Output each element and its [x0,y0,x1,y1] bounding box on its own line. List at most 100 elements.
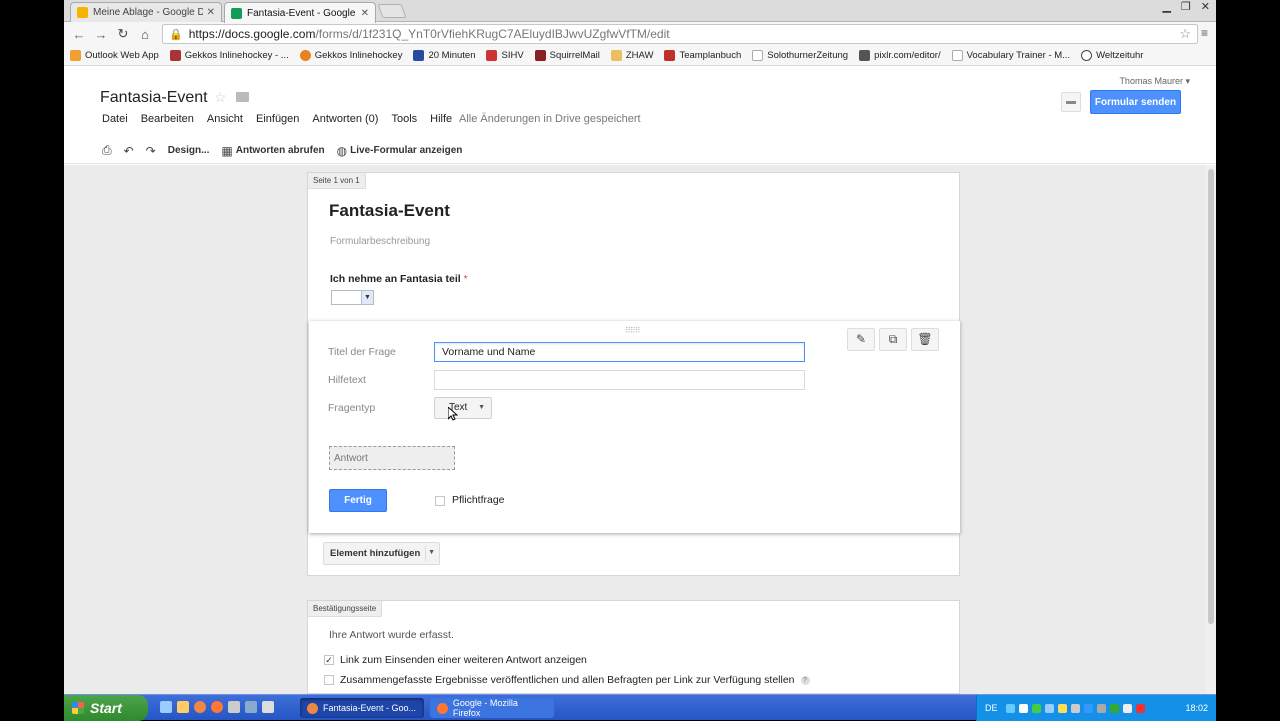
ie-icon[interactable] [160,701,172,713]
tray-icon[interactable] [1005,703,1015,713]
star-icon[interactable]: ☆ [214,89,227,106]
bluetooth-icon[interactable] [1083,703,1093,713]
bookmark-item[interactable]: SolothurnerZeitung [752,50,848,61]
chrome-icon[interactable] [194,701,206,713]
chevron-down-icon[interactable]: ▼ [428,549,435,556]
divider [425,546,426,561]
tray-icon[interactable] [1057,703,1067,713]
chrome-menu-icon[interactable]: ≡ [1201,26,1208,40]
bookmark-item[interactable]: 20 Minuten [413,50,475,61]
forward-icon[interactable]: → [90,27,112,42]
form-title[interactable]: Fantasia-Event [329,201,450,221]
comments-button[interactable]: ▬ [1061,92,1081,112]
print-icon[interactable]: ⎙ [102,143,112,158]
tray-icon[interactable] [1122,703,1132,713]
tab-meine-ablage[interactable]: Meine Ablage - Google Drive ✕ [70,2,222,22]
question-dropdown[interactable]: ▼ [331,290,374,305]
edit-icon[interactable]: ✎ [847,328,875,351]
done-button[interactable]: Fertig [329,489,387,512]
option-show-link[interactable]: ✓ Link zum Einsenden einer weiteren Antwo… [324,654,587,666]
app-icon[interactable] [262,701,274,713]
help-icon[interactable]: ? [800,675,810,685]
address-bar[interactable]: 🔒 https://docs.google.com/forms/d/1f231Q… [162,24,1198,44]
bookmark-item[interactable]: pixlr.com/editor/ [859,50,941,61]
question-title-input[interactable]: Vorname und Name [434,342,805,362]
close-window-icon[interactable]: ✕ [1201,0,1210,13]
chrome-icon [307,702,318,714]
menu-bearbeiten[interactable]: Bearbeiten [141,113,194,125]
menu-antworten[interactable]: Antworten (0) [312,113,378,125]
bookmark-item[interactable]: Gekkos Inlinehockey - ... [169,50,289,61]
bookmark-item[interactable]: Outlook Web App [70,50,159,61]
tray-icon[interactable] [1135,703,1145,713]
taskbar-item-firefox[interactable]: Google - Mozilla Firefox [430,698,554,718]
required-checkbox[interactable] [435,496,445,506]
reload-icon[interactable]: ↻ [112,26,134,42]
menu-hilfe[interactable]: Hilfe [430,113,452,125]
firefox-icon [437,702,448,714]
tray-icon[interactable] [1044,703,1054,713]
confirmation-message[interactable]: Ihre Antwort wurde erfasst. [329,629,454,641]
menu-ansicht[interactable]: Ansicht [207,113,243,125]
question-label[interactable]: Ich nehme an Fantasia teil * [330,273,468,285]
responses-button[interactable]: ▦ Antworten abrufen [221,144,324,158]
system-tray: DE 18:02 [976,695,1216,721]
table-icon: ▦ [221,143,233,158]
bookmark-item[interactable]: Gekkos Inlinehockey [299,50,402,61]
page-icon [951,50,963,61]
firefox-icon[interactable] [211,701,223,713]
language-indicator[interactable]: DE [985,703,998,713]
tools-icon[interactable] [228,701,240,713]
add-element-button[interactable]: Element hinzufügen ▼ [323,542,440,565]
new-tab-button[interactable] [377,4,407,18]
window-controls: ▁ ❐ ✕ [1162,0,1210,13]
scrollbar-thumb[interactable] [1208,169,1214,624]
tray-icon[interactable] [1018,703,1028,713]
restore-icon[interactable]: ❐ [1181,0,1191,13]
minimize-icon[interactable]: ▁ [1162,0,1170,13]
start-button[interactable]: Start [64,695,148,721]
app-icon[interactable] [245,701,257,713]
help-text-input[interactable] [434,370,805,390]
checkbox[interactable] [324,675,334,685]
form-description[interactable]: Formularbeschreibung [330,236,430,247]
taskbar-item-chrome[interactable]: Fantasia-Event - Goo... [300,698,424,718]
bookmark-item[interactable]: SquirrelMail [534,50,600,61]
question-type-dropdown[interactable]: Text ▼ [434,397,492,419]
drag-handle[interactable]: ⠿⠿⠿ [625,326,641,335]
duplicate-icon[interactable]: ⧉ [879,328,907,351]
tab-fantasia-event[interactable]: Fantasia-Event - Google Drive ✕ [224,2,376,23]
tray-icon[interactable] [1070,703,1080,713]
bookmark-item[interactable]: Vocabulary Trainer - M... [951,50,1070,61]
tray-icon[interactable] [1109,703,1119,713]
close-tab-icon[interactable]: ✕ [207,7,215,18]
close-tab-icon[interactable]: ✕ [361,8,369,19]
redo-icon[interactable]: ↷ [146,144,156,158]
tray-icon[interactable] [1031,703,1041,713]
folder-icon[interactable] [236,92,249,102]
menu-datei[interactable]: Datei [102,113,128,125]
home-icon[interactable]: ⌂ [134,27,156,42]
send-form-button[interactable]: Formular senden [1090,90,1181,114]
document-title[interactable]: Fantasia-Event [100,89,208,107]
undo-icon[interactable]: ↶ [124,144,134,158]
design-button[interactable]: Design... [168,145,210,156]
menu-tools[interactable]: Tools [391,113,417,125]
bookmark-item[interactable]: ZHAW [610,50,653,61]
20min-icon [413,50,425,61]
back-icon[interactable]: ← [68,27,90,42]
clock[interactable]: 18:02 [1185,703,1208,713]
explorer-icon[interactable] [177,701,189,713]
bookmark-item[interactable]: SIHV [486,50,524,61]
account-name[interactable]: Thomas Maurer ▾ [1119,76,1190,87]
bookmark-item[interactable]: Weltzeituhr [1081,50,1143,61]
delete-icon[interactable]: 🗑 [911,328,939,351]
menu-einfuegen[interactable]: Einfügen [256,113,299,125]
live-form-button[interactable]: ◍ Live-Formular anzeigen [337,144,463,158]
scrollbar[interactable] [1206,165,1216,694]
option-publish-results[interactable]: Zusammengefasste Ergebnisse veröffentlic… [324,674,810,686]
bookmark-item[interactable]: Teamplanbuch [664,50,741,61]
tray-icon[interactable] [1096,703,1106,713]
checkbox-checked[interactable]: ✓ [324,655,334,665]
bookmark-star-icon[interactable]: ☆ [1179,26,1191,42]
